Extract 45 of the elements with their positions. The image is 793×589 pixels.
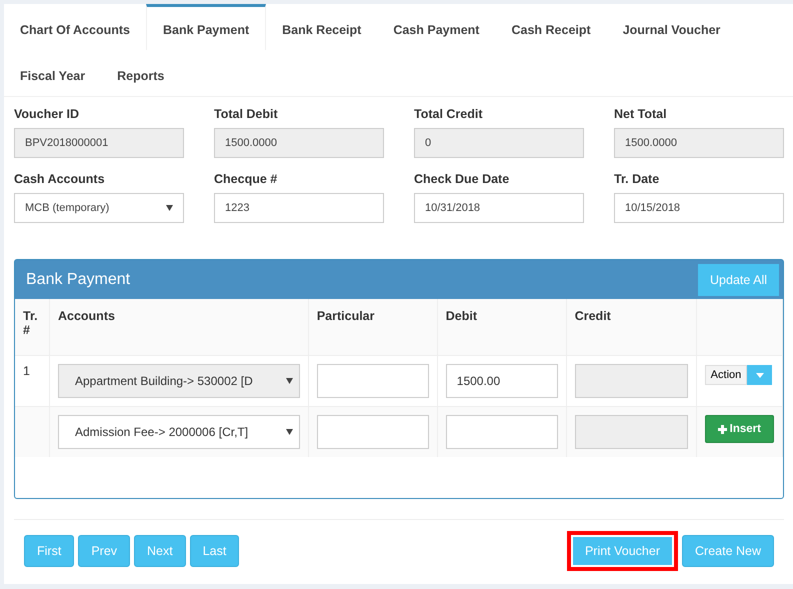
readonly-field[interactable]: BPV2018000001 [14,128,184,158]
field-label: Total Credit [414,107,484,121]
field-label: Cash Accounts [14,172,106,186]
field-label: Checque # [214,172,278,186]
tab[interactable]: Journal Voucher [606,4,736,50]
caret-icon [286,378,293,384]
tab[interactable]: Cash Payment [377,4,496,50]
particular-field[interactable] [316,415,429,449]
column-header: Tr. # [15,299,50,356]
column-header: Debit [437,299,566,356]
column-header: Accounts [49,299,308,356]
debit-field[interactable]: 1500.00 [446,364,558,398]
readonly-field[interactable]: 1500.0000 [614,128,784,158]
debit-field[interactable] [446,415,558,449]
readonly-field[interactable]: 1500.0000 [214,128,384,158]
readonly-field[interactable]: 0 [414,128,584,158]
input-field[interactable]: 10/15/2018 [614,193,784,223]
select-field[interactable]: MCB (temporary) [14,193,184,223]
column-header: Credit [566,299,696,356]
panel-title: Bank Payment [26,270,130,288]
row-number: 1 [23,364,30,378]
input-field[interactable]: 1223 [214,193,384,223]
field-label: Net Total [614,107,668,121]
caret-icon [166,205,173,211]
field-label: Total Debit [214,107,279,121]
account-select[interactable]: Admission Fee-> 2000006 [Cr,T] [58,415,300,449]
field-label: Check Due Date [414,172,510,186]
tab[interactable]: Chart Of Accounts [4,4,146,50]
tab[interactable]: Cash Receipt [495,4,607,50]
caret-icon [756,372,764,378]
tab[interactable]: Reports [101,50,180,96]
column-header: Particular [308,299,438,356]
tab[interactable]: Bank Payment [146,4,266,50]
particular-field[interactable] [316,364,429,398]
field-label: Tr. Date [614,172,660,186]
plus-icon [718,424,727,434]
dropdown-toggle[interactable] [747,365,772,385]
credit-field[interactable] [574,415,688,449]
tab[interactable]: Fiscal Year [4,50,102,96]
input-field[interactable]: 10/31/2018 [414,193,584,223]
caret-icon [286,429,293,435]
credit-field[interactable] [574,364,688,398]
tab[interactable]: Bank Receipt [266,4,378,50]
action-button[interactable]: Action [704,365,748,385]
field-label: Voucher ID [14,107,80,121]
